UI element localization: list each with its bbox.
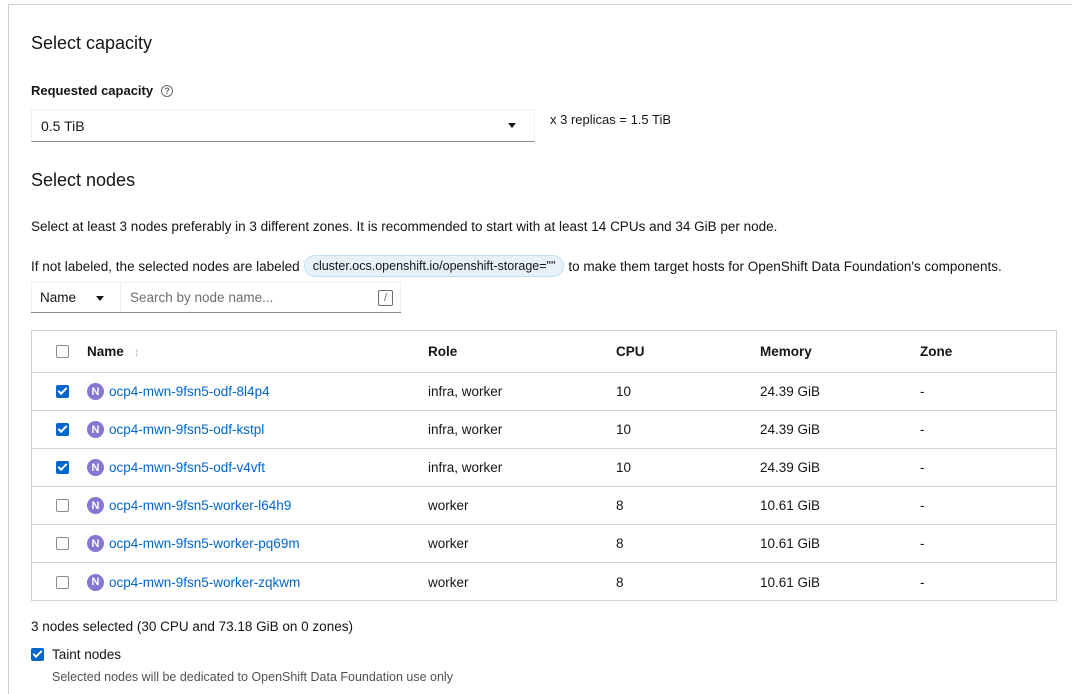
- column-header-memory: Memory: [760, 344, 812, 359]
- keyboard-shortcut-hint: /: [378, 290, 393, 306]
- node-memory-cell: 10.61 GiB: [760, 498, 821, 513]
- row-checkbox[interactable]: [56, 461, 69, 474]
- select-all-checkbox[interactable]: [56, 345, 69, 358]
- node-cpu-cell: 8: [616, 574, 624, 590]
- node-role-cell: infra, worker: [428, 422, 503, 437]
- node-zone-cell: -: [920, 460, 925, 475]
- node-zone-cell: -: [920, 574, 925, 590]
- row-checkbox[interactable]: [56, 537, 69, 550]
- column-header-zone: Zone: [920, 344, 953, 359]
- node-zone-cell: -: [920, 384, 925, 399]
- node-cpu-cell: 10: [616, 460, 632, 475]
- label-info-suffix: to make them target hosts for OpenShift …: [568, 258, 1002, 274]
- node-name-cell: Nocp4-mwn-9fsn5-worker-zqkwm: [87, 563, 300, 601]
- node-role-cell: infra, worker: [428, 384, 503, 399]
- node-icon: N: [87, 421, 104, 438]
- nodes-table: Name ↕ Role CPU Memory Zone Nocp4-mwn-9f…: [31, 330, 1057, 601]
- label-chip: cluster.ocs.openshift.io/openshift-stora…: [303, 255, 565, 277]
- node-memory-cell: 24.39 GiB: [760, 384, 821, 399]
- row-checkbox-cell[interactable]: [56, 563, 69, 601]
- column-header-name[interactable]: Name ↕: [87, 331, 140, 372]
- taint-nodes-description: Selected nodes will be dedicated to Open…: [52, 670, 453, 684]
- node-cpu-cell: 10: [616, 422, 632, 437]
- label-info-prefix: If not labeled, the selected nodes are l…: [31, 258, 300, 274]
- node-icon: N: [87, 535, 104, 552]
- table-row[interactable]: Nocp4-mwn-9fsn5-worker-pq69m worker 8 10.61…: [32, 525, 1056, 563]
- node-name-cell: Nocp4-mwn-9fsn5-odf-8l4p4: [87, 373, 270, 410]
- node-name-link[interactable]: ocp4-mwn-9fsn5-odf-v4vft: [109, 460, 265, 475]
- row-checkbox[interactable]: [56, 499, 69, 512]
- table-header: Name ↕ Role CPU Memory Zone: [32, 331, 1056, 373]
- table-row[interactable]: Nocp4-mwn-9fsn5-worker-l64h9 worker 8 10.61…: [32, 487, 1056, 525]
- node-filter-toolbar: Name Search by node name... /: [31, 282, 401, 313]
- select-all-checkbox-cell[interactable]: [56, 331, 69, 372]
- column-header-name-label: Name: [87, 344, 124, 359]
- capacity-title: Select capacity: [31, 33, 153, 53]
- question-circle-icon[interactable]: ?: [161, 84, 174, 97]
- node-name-cell: Nocp4-mwn-9fsn5-worker-l64h9: [87, 487, 291, 524]
- replicas-text: x 3 replicas = 1.5 TiB: [550, 112, 672, 127]
- node-memory-cell: 24.39 GiB: [760, 460, 821, 475]
- row-checkbox-cell[interactable]: [56, 487, 69, 524]
- node-cpu-cell: 8: [616, 536, 624, 551]
- nodes-title: Select nodes: [31, 170, 136, 190]
- node-role-cell: worker: [428, 574, 469, 590]
- row-checkbox-cell[interactable]: [56, 411, 69, 448]
- node-role-cell: worker: [428, 536, 469, 551]
- node-memory-cell: 24.39 GiB: [760, 422, 821, 437]
- label-info: If not labeled, the selected nodes are l…: [31, 255, 1002, 277]
- node-icon: N: [87, 573, 104, 591]
- taint-nodes-option[interactable]: Taint nodes: [31, 647, 121, 662]
- table-row[interactable]: Nocp4-mwn-9fsn5-odf-v4vft infra, worker 10…: [32, 449, 1056, 487]
- column-header-cpu: CPU: [616, 344, 645, 359]
- row-checkbox[interactable]: [56, 575, 69, 589]
- caret-down-icon: [508, 123, 516, 128]
- taint-nodes-checkbox[interactable]: [31, 648, 44, 661]
- caret-down-icon: [96, 296, 104, 301]
- taint-nodes-label: Taint nodes: [52, 647, 122, 662]
- node-name-link[interactable]: ocp4-mwn-9fsn5-odf-8l4p4: [109, 384, 270, 399]
- node-icon: N: [87, 459, 104, 476]
- table-row[interactable]: Nocp4-mwn-9fsn5-worker-zqkwm worker 8 10.61…: [32, 563, 1056, 601]
- node-memory-cell: 10.61 GiB: [760, 574, 821, 590]
- node-name-link[interactable]: ocp4-mwn-9fsn5-worker-pq69m: [109, 536, 300, 551]
- node-name-link[interactable]: ocp4-mwn-9fsn5-worker-zqkwm: [109, 575, 300, 590]
- row-checkbox-cell[interactable]: [56, 525, 69, 562]
- capacity-select-value: 0.5 TiB: [41, 117, 85, 134]
- node-cpu-cell: 10: [616, 384, 632, 399]
- table-row[interactable]: Nocp4-mwn-9fsn5-odf-8l4p4 infra, worker 10…: [32, 373, 1056, 411]
- column-header-role: Role: [428, 344, 458, 359]
- requested-capacity-label: Requested capacity ?: [31, 83, 174, 98]
- node-name-link[interactable]: ocp4-mwn-9fsn5-worker-l64h9: [109, 498, 291, 513]
- node-name-cell: Nocp4-mwn-9fsn5-odf-v4vft: [87, 449, 265, 486]
- requested-capacity-label-text: Requested capacity: [31, 83, 154, 98]
- node-icon: N: [87, 497, 104, 514]
- node-search-input[interactable]: Search by node name... /: [121, 282, 401, 312]
- row-checkbox-cell[interactable]: [56, 373, 69, 410]
- node-role-cell: worker: [428, 498, 469, 513]
- node-name-cell: Nocp4-mwn-9fsn5-odf-kstpl: [87, 411, 264, 448]
- row-checkbox-cell[interactable]: [56, 449, 69, 486]
- sort-icon[interactable]: ↕: [134, 345, 140, 359]
- node-cpu-cell: 8: [616, 498, 624, 513]
- row-checkbox[interactable]: [56, 423, 69, 436]
- node-name-link[interactable]: ocp4-mwn-9fsn5-odf-kstpl: [109, 422, 264, 437]
- node-memory-cell: 10.61 GiB: [760, 536, 821, 551]
- node-icon: N: [87, 383, 104, 400]
- node-role-cell: infra, worker: [428, 460, 503, 475]
- filter-type-value: Name: [40, 290, 77, 305]
- node-zone-cell: -: [920, 422, 925, 437]
- row-checkbox[interactable]: [56, 385, 69, 398]
- capacity-select[interactable]: 0.5 TiB: [31, 109, 535, 142]
- selection-summary: 3 nodes selected (30 CPU and 73.18 GiB o…: [31, 619, 353, 634]
- table-row[interactable]: Nocp4-mwn-9fsn5-odf-kstpl infra, worker 10…: [32, 411, 1056, 449]
- filter-type-dropdown[interactable]: Name: [31, 282, 121, 312]
- node-zone-cell: -: [920, 536, 925, 551]
- nodes-description: Select at least 3 nodes preferably in 3 …: [31, 219, 778, 234]
- node-name-cell: Nocp4-mwn-9fsn5-worker-pq69m: [87, 525, 300, 562]
- node-zone-cell: -: [920, 498, 925, 513]
- node-search-placeholder: Search by node name...: [130, 290, 274, 305]
